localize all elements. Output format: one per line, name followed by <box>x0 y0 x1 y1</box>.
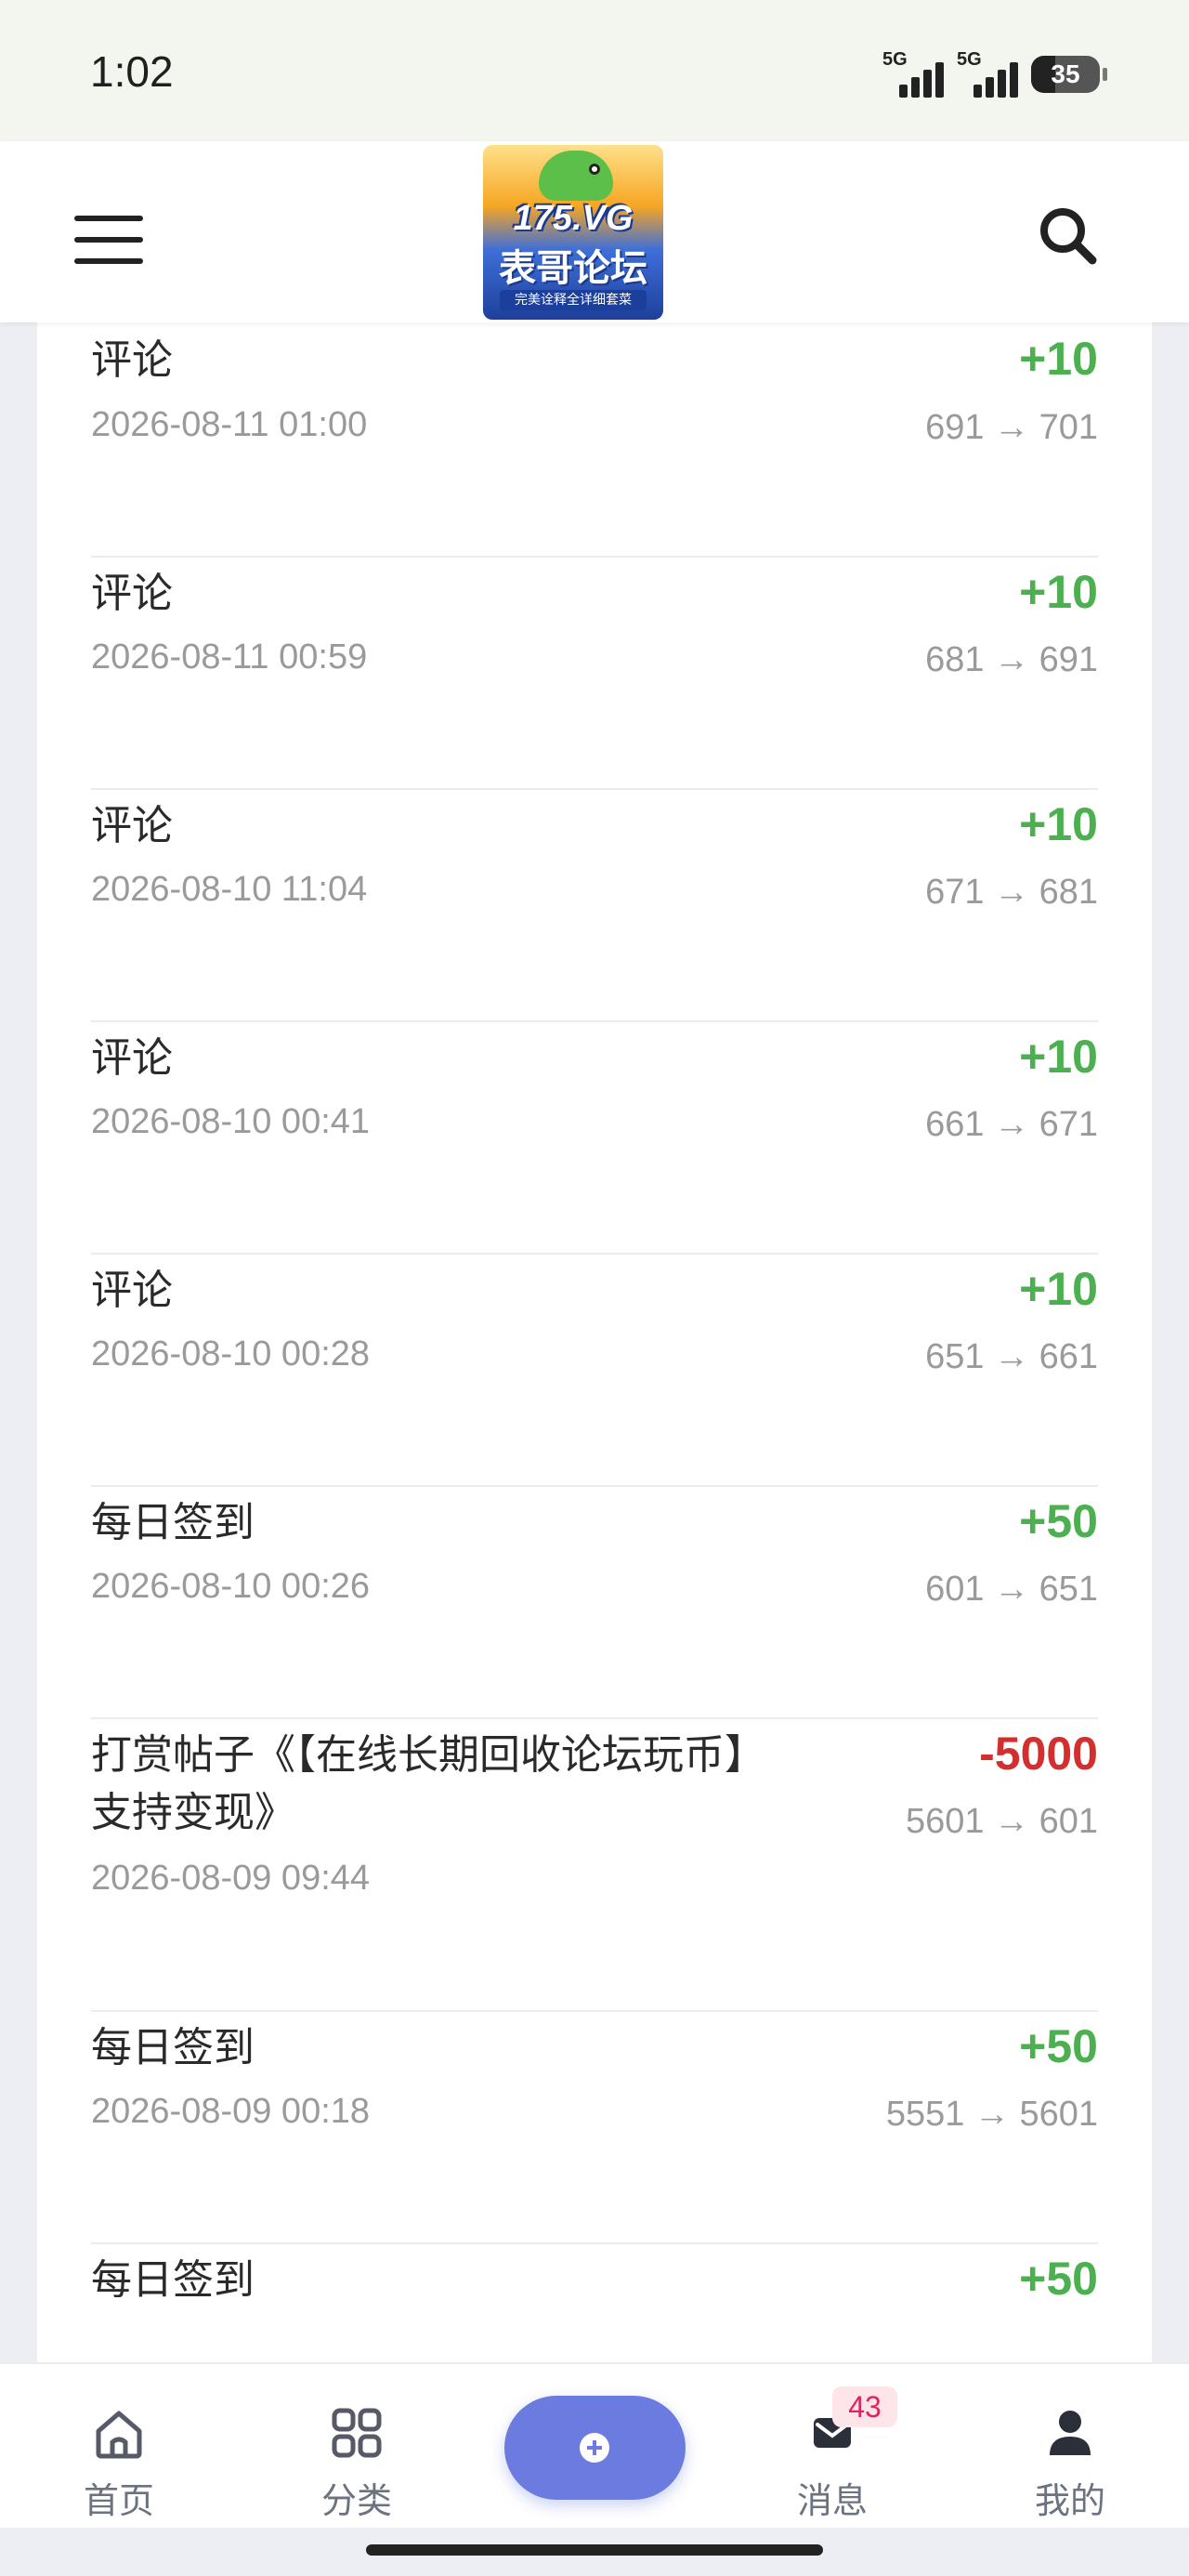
item-amount: +10 <box>1019 1031 1098 1083</box>
nav-messages[interactable]: 43 消息 <box>767 2386 897 2521</box>
list-item: 评论 2026-08-10 00:28 +10 651 → 661 <box>91 1255 1098 1487</box>
list-item: 每日签到 +50 <box>91 2244 1098 2362</box>
home-indicator[interactable] <box>366 2544 823 2556</box>
list-item: 评论 2026-08-10 11:04 +10 671 → 681 <box>91 790 1098 1022</box>
item-amount: +50 <box>1019 2020 1098 2072</box>
list-item: 每日签到 2026-08-09 00:18 +50 5551 → 5601 <box>91 2012 1098 2244</box>
item-amount: +50 <box>1019 1495 1098 1547</box>
points-history-list: 评论 2026-08-11 01:00 +10 691 → 701 评论 202… <box>37 322 1152 2362</box>
nav-home[interactable]: 首页 <box>54 2388 184 2521</box>
item-amount: +10 <box>1019 1263 1098 1315</box>
item-balance-change: 601 → 651 <box>925 1570 1098 1609</box>
item-time: 2026-08-10 00:41 <box>91 1102 371 1141</box>
item-title: 每日签到 <box>91 2024 255 2071</box>
plus-icon <box>580 2433 609 2463</box>
item-title: 每日签到 <box>91 2256 255 2304</box>
item-title: 评论 <box>91 336 173 384</box>
list-item: 评论 2026-08-11 00:59 +10 681 → 691 <box>91 558 1098 790</box>
item-time: 2026-08-11 01:00 <box>91 405 368 444</box>
list-item: 打赏帖子《【在线长期回收论坛玩币】 支持变现》 2026-08-09 09:44… <box>91 1719 1098 2012</box>
item-title: 评论 <box>91 1267 173 1314</box>
status-time: 1:02 <box>90 47 174 96</box>
bottom-navigation: 首页 分类 43 消息 我的 <box>0 2362 1189 2528</box>
menu-icon[interactable] <box>74 216 143 264</box>
site-logo[interactable]: 175.VG 表哥论坛 完美诠释全详细套菜 <box>483 145 663 320</box>
signal-icon: 5G <box>957 49 1018 98</box>
item-balance-change: 651 → 661 <box>925 1337 1098 1376</box>
item-time: 2026-08-09 00:18 <box>91 2092 371 2131</box>
item-time: 2026-08-11 00:59 <box>91 637 368 677</box>
item-title: 评论 <box>91 570 173 617</box>
item-balance-change: 681 → 691 <box>925 640 1098 679</box>
unread-badge: 43 <box>832 2386 897 2427</box>
item-balance-change: 671 → 681 <box>925 873 1098 912</box>
item-time: 2026-08-09 09:44 <box>91 1859 371 1898</box>
item-balance-change: 5551 → 5601 <box>885 2095 1098 2134</box>
item-title: 评论 <box>91 802 173 849</box>
item-amount: +10 <box>1019 566 1098 618</box>
signal-icon: 5G <box>882 49 944 98</box>
item-time: 2026-08-10 11:04 <box>91 870 368 909</box>
home-icon <box>96 2411 142 2459</box>
battery-icon: 35 <box>1031 56 1107 93</box>
item-amount: +10 <box>1019 333 1098 385</box>
status-icons: 5G 5G 35 <box>882 46 1107 102</box>
item-title: 打赏帖子《【在线长期回收论坛玩币】 <box>91 1731 765 1779</box>
user-icon <box>1050 2411 1091 2455</box>
item-amount: +50 <box>1019 2253 1098 2305</box>
item-title: 每日签到 <box>91 1499 255 1546</box>
item-title-line2: 支持变现》 <box>91 1789 295 1836</box>
item-amount: -5000 <box>979 1728 1098 1780</box>
item-balance-change: 5601 → 601 <box>905 1802 1098 1841</box>
item-title: 评论 <box>91 1034 173 1082</box>
item-balance-change: 691 → 701 <box>925 408 1098 447</box>
item-balance-change: 661 → 671 <box>925 1105 1098 1144</box>
list-item: 评论 2026-08-11 01:00 +10 691 → 701 <box>91 322 1098 558</box>
nav-profile[interactable]: 我的 <box>1005 2388 1135 2521</box>
app-header: 175.VG 表哥论坛 完美诠释全详细套菜 <box>0 141 1189 322</box>
grid-icon <box>332 2408 382 2458</box>
item-time: 2026-08-10 00:26 <box>91 1567 371 1606</box>
list-item: 每日签到 2026-08-10 00:26 +50 601 → 651 <box>91 1487 1098 1719</box>
create-post-button[interactable] <box>504 2396 686 2500</box>
status-bar: 1:02 5G 5G 35 <box>0 0 1189 141</box>
list-item: 评论 2026-08-10 00:41 +10 661 → 671 <box>91 1022 1098 1255</box>
dragon-mascot-icon <box>539 151 613 201</box>
item-time: 2026-08-10 00:28 <box>91 1334 371 1373</box>
nav-category[interactable]: 分类 <box>292 2388 422 2521</box>
search-icon[interactable] <box>1037 204 1100 268</box>
item-amount: +10 <box>1019 798 1098 850</box>
